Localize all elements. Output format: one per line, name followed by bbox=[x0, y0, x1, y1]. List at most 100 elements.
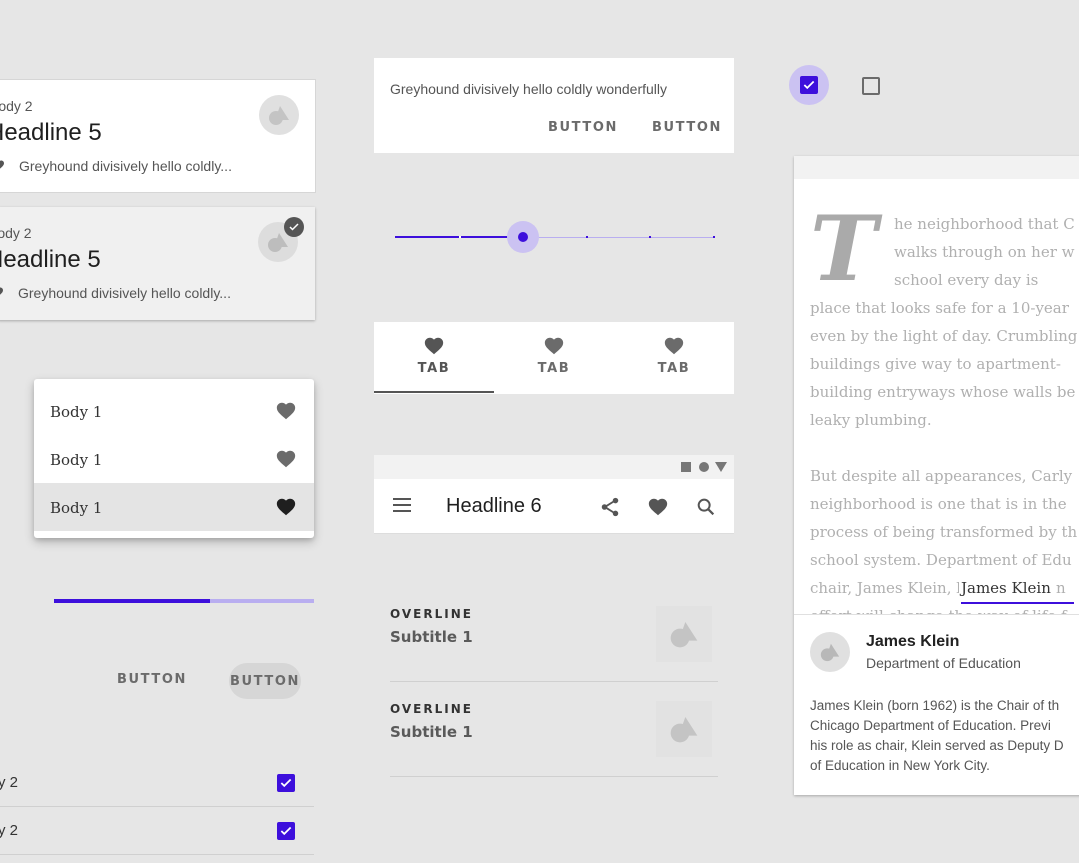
highlight-underline bbox=[961, 602, 1074, 604]
shapes-avatar bbox=[810, 632, 850, 672]
card-text: Greyhound divisively hello coldly... bbox=[19, 158, 232, 174]
banner-card: Greyhound divisively hello coldly wonder… bbox=[374, 58, 734, 153]
two-line-list-item[interactable]: OVERLINE Subtitle 1 bbox=[390, 685, 718, 777]
slider-tick bbox=[459, 236, 461, 238]
text-button-hover[interactable]: BUTTON bbox=[229, 663, 301, 699]
heart-icon bbox=[422, 335, 446, 362]
dropdown-menu: Body 1 Body 1 Body 1 bbox=[34, 379, 314, 538]
article-para2-line: But despite all appearances, Carly bbox=[810, 467, 1073, 485]
tab-label: TAB bbox=[657, 361, 691, 376]
shapes-thumbnail bbox=[656, 606, 712, 662]
search-icon[interactable] bbox=[695, 496, 717, 523]
tab-label: TAB bbox=[537, 361, 571, 376]
list-item-label: y 2 bbox=[0, 774, 19, 791]
menu-item-selected[interactable]: Body 1 bbox=[34, 483, 314, 531]
person-name: James Klein bbox=[866, 633, 960, 650]
heart-icon bbox=[542, 335, 566, 362]
article-para1-line: buildings give way to apartment- bbox=[810, 355, 1061, 373]
banner-text: Greyhound divisively hello coldly wonder… bbox=[390, 81, 668, 97]
card-text: Greyhound divisively hello coldly... bbox=[18, 285, 231, 301]
checkbox-checked[interactable] bbox=[277, 774, 295, 792]
list-overline: OVERLINE bbox=[390, 607, 473, 621]
article-para1-line: school every day is bbox=[894, 271, 1039, 289]
shapes-thumbnail bbox=[656, 701, 712, 757]
banner-button[interactable]: BUTTON bbox=[548, 120, 618, 135]
person-role: Department of Education bbox=[866, 655, 1021, 671]
list-card-1[interactable]: Body 2 Headline 5 Greyhound divisively h… bbox=[0, 79, 316, 193]
slider-tick bbox=[586, 236, 588, 238]
checkbox-checked[interactable] bbox=[800, 76, 818, 94]
divider bbox=[0, 806, 314, 807]
tab-1[interactable]: TAB bbox=[374, 322, 494, 394]
menu-icon[interactable] bbox=[393, 498, 411, 517]
slider-tick bbox=[649, 236, 651, 238]
article-para1-line: building entryways whose walls be bbox=[810, 383, 1076, 401]
tab-label: TAB bbox=[417, 361, 451, 376]
heart-icon[interactable] bbox=[647, 496, 669, 523]
banner-button[interactable]: BUTTON bbox=[652, 120, 722, 135]
menu-item-label: Body 1 bbox=[50, 499, 103, 517]
heart-icon bbox=[0, 285, 4, 303]
share-icon[interactable] bbox=[599, 496, 621, 523]
app-bar-title: Headline 6 bbox=[446, 495, 542, 517]
heart-icon[interactable] bbox=[275, 448, 297, 475]
menu-item-label: Body 1 bbox=[50, 451, 103, 469]
checkbox-unchecked[interactable] bbox=[862, 77, 880, 95]
card-headline: Headline 5 bbox=[0, 119, 102, 146]
slider-tick bbox=[713, 236, 715, 238]
checkbox-checked[interactable] bbox=[277, 822, 295, 840]
divider bbox=[390, 681, 718, 682]
stop-icon bbox=[681, 462, 691, 472]
discrete-slider[interactable] bbox=[395, 221, 715, 255]
circle-icon bbox=[699, 462, 709, 472]
list-subtitle: Subtitle 1 bbox=[390, 628, 473, 646]
divider bbox=[0, 854, 314, 855]
person-bio-line: of Education in New York City. bbox=[810, 758, 990, 773]
checkbox-list-item[interactable]: y 2 bbox=[0, 808, 314, 854]
card-overline: Body 2 bbox=[0, 225, 32, 241]
top-app-bar: Headline 6 bbox=[374, 479, 734, 534]
article-para1-line: place that looks safe for a 10-year bbox=[810, 299, 1069, 317]
two-line-list-item[interactable]: OVERLINE Subtitle 1 bbox=[390, 590, 718, 682]
heart-icon bbox=[0, 158, 5, 176]
tab-2[interactable]: TAB bbox=[494, 322, 614, 394]
divider bbox=[390, 776, 718, 777]
progress-fill bbox=[54, 599, 210, 603]
list-subtitle: Subtitle 1 bbox=[390, 723, 473, 741]
check-circle-icon bbox=[284, 217, 304, 237]
menu-item[interactable]: Body 1 bbox=[34, 387, 314, 435]
article-para1-line: walks through on her w bbox=[894, 243, 1075, 261]
list-item-label: y 2 bbox=[0, 822, 19, 839]
menu-item-label: Body 1 bbox=[50, 403, 103, 421]
article-card: T he neighborhood that C walks through o… bbox=[794, 156, 1079, 795]
article-para2-line: school system. Department of Edu bbox=[810, 551, 1072, 569]
person-bio-line: James Klein (born 1962) is the Chair of … bbox=[810, 698, 1060, 713]
person-bio-line: Chicago Department of Education. Previ bbox=[810, 718, 1051, 733]
card-overline: Body 2 bbox=[0, 98, 33, 114]
article-header-strip bbox=[794, 156, 1079, 179]
list-overline: OVERLINE bbox=[390, 702, 473, 716]
tab-3[interactable]: TAB bbox=[614, 322, 734, 394]
article-para1-line: he neighborhood that C bbox=[894, 215, 1075, 233]
list-card-2-selected[interactable]: Body 2 Headline 5 Greyhound divisively h… bbox=[0, 207, 315, 320]
article-para1-line: even by the light of day. Crumbling bbox=[810, 327, 1078, 345]
highlighted-name-link[interactable]: James Klein bbox=[959, 579, 1053, 597]
checkbox-list-item[interactable]: y 2 bbox=[0, 760, 314, 806]
card-headline: Headline 5 bbox=[0, 246, 101, 273]
article-para2-line: neighborhood is one that is in the bbox=[810, 495, 1067, 513]
article-para2-line: process of being transformed by th bbox=[810, 523, 1078, 541]
article-dropcap: T bbox=[810, 196, 877, 302]
person-card: James Klein Department of Education Jame… bbox=[794, 614, 1079, 795]
heart-icon[interactable] bbox=[275, 496, 297, 523]
linear-progress bbox=[54, 599, 314, 603]
person-bio-line: his role as chair, Klein served as Deput… bbox=[810, 738, 1064, 753]
triangle-icon bbox=[715, 462, 727, 472]
menu-item[interactable]: Body 1 bbox=[34, 435, 314, 483]
article-para1-line: leaky plumbing. bbox=[810, 411, 932, 429]
shapes-avatar bbox=[259, 95, 299, 135]
heart-icon[interactable] bbox=[275, 400, 297, 427]
text-button[interactable]: BUTTON bbox=[117, 672, 187, 687]
tab-indicator bbox=[374, 391, 494, 393]
checkbox-focus-halo[interactable] bbox=[789, 65, 829, 105]
slider-thumb[interactable] bbox=[518, 232, 528, 242]
